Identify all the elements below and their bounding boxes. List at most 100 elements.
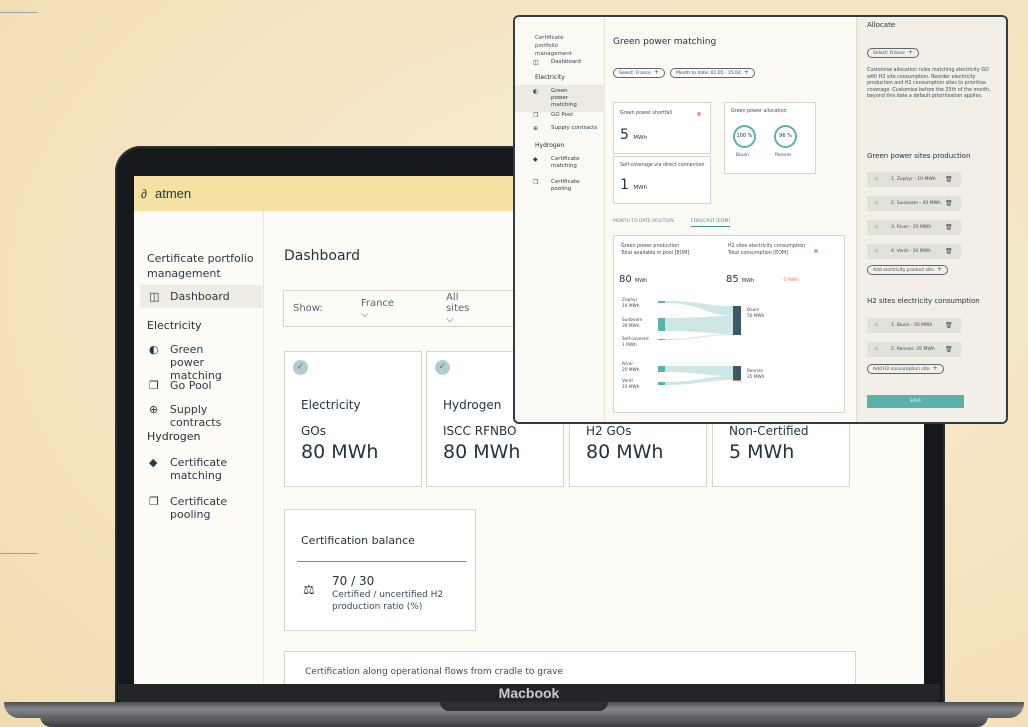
plus-icon: + [907, 49, 913, 56]
value-unit: MWh [633, 135, 648, 141]
allocation-card: Green power allocation 100 % 96 % Bouin … [724, 102, 816, 174]
check-shield-icon: ✓ [435, 360, 450, 375]
tab-month-to-date[interactable]: MONTH TO DATE POSITION [613, 219, 674, 224]
period-filter-pill[interactable]: Month to date: 01.05 - 15.04 + [670, 68, 755, 78]
sankey-card: Green power production Total available in… [613, 235, 845, 413]
filter-bar: Show: France ⌵ All sites ⌵ Mo01 [283, 290, 552, 327]
save-button[interactable]: SAVE [867, 395, 964, 408]
source-name: Venti [622, 379, 633, 384]
add-consumption-site-button[interactable]: Add H2 consumption site + [867, 364, 944, 374]
trash-icon[interactable]: 🗑 [945, 318, 953, 333]
pool-icon: ❐ [149, 495, 159, 508]
sidebar-item-label: Supply contracts [169, 403, 222, 429]
sidebar-item-green-power-matching[interactable]: ◐ Green power matching [140, 343, 262, 382]
pill-label: Month to date: 01.05 - 15.04 [676, 71, 741, 76]
gauge-label: Bouin [736, 153, 749, 158]
card-value: 1 MWh [620, 177, 647, 193]
sidebar-item-label: Certificate matching [170, 456, 228, 482]
trash-icon[interactable]: 🗑 [945, 172, 953, 187]
sidebar-item-supply-contracts[interactable]: ⊕ Supply contracts [140, 403, 262, 429]
allocation-gauge-rennes: 96 % [774, 125, 797, 148]
laptop-notch [440, 702, 608, 711]
country-select-value: France [360, 297, 395, 309]
add-production-site-button[interactable]: Add electricity product site + [867, 265, 948, 275]
drag-handle-icon[interactable]: ⁙ [874, 342, 879, 357]
sankey-node-bouin [733, 306, 741, 335]
sankey-source-sunbeam: Sunbeam 39 MWh [622, 318, 642, 329]
card-category: Hydrogen [443, 398, 502, 412]
alert-dot [697, 112, 701, 116]
production-item[interactable]: ⁙ 2. Sunbeam - 40 MWh 🗑 [867, 196, 961, 211]
source-value: 20 MWh [622, 367, 640, 373]
production-item[interactable]: ⁙ 1. Zephyr - 10 MWh 🗑 [867, 172, 961, 187]
sites-select[interactable]: All sites ⌵ [446, 292, 507, 325]
sidebar-item-dashboard[interactable]: ◫ Dashboard [515, 59, 605, 66]
drag-handle-icon[interactable]: ⁙ [874, 244, 879, 259]
trash-icon[interactable]: 🗑 [945, 196, 953, 211]
shield-icon: ◆ [533, 156, 538, 163]
pill-label: Add H2 consumption site [873, 367, 930, 372]
value-unit: MWh [633, 185, 648, 191]
sidebar-item-certificate-matching[interactable]: ◆ Certificate matching [140, 456, 262, 482]
sidebar-item-certificate-pooling[interactable]: ❐ Certificate pooling [515, 179, 605, 193]
pill-label: Select: France [873, 51, 905, 56]
card-value: 80 MWh [443, 441, 521, 463]
sidebar-title-text: Certificate portfolio management [535, 35, 572, 57]
chevron-down-icon: ⌵ [446, 314, 454, 325]
trash-icon[interactable]: 🗑 [945, 220, 953, 235]
plus-icon: + [743, 69, 749, 76]
dashboard-icon: ◫ [149, 290, 160, 303]
contracts-icon: ⊕ [533, 125, 539, 132]
production-item[interactable]: ⁙ 4. Venti - 10 MWh 🗑 [867, 244, 961, 259]
pool-icon: ❐ [149, 379, 159, 392]
sidebar-item-dashboard[interactable]: ◫ Dashboard [140, 285, 262, 308]
source-value: 10 MWh [622, 384, 640, 390]
target-value: 35 MWh [747, 374, 765, 380]
sidebar-title: Certificate portfolio management [535, 34, 585, 58]
source-name: River [622, 362, 634, 367]
sankey-target-bouin: Bouin 50 MWh [747, 308, 765, 319]
app-logo[interactable]: ∂ atmen [141, 186, 191, 201]
sidebar-item-supply-contracts[interactable]: ⊕ Supply contracts [515, 125, 605, 132]
country-filter-pill[interactable]: Select: France + [613, 68, 665, 78]
balance-description: Certified / uncertified H2 production ra… [332, 590, 444, 612]
trash-icon[interactable]: 🗑 [945, 342, 953, 357]
item-label: 1. Bouin - 50 MWh [891, 323, 933, 328]
drag-handle-icon[interactable]: ⁙ [874, 318, 879, 333]
sidebar-item-label: GO Pool [551, 112, 573, 118]
sankey-node-venti [658, 382, 665, 385]
consumption-item[interactable]: ⁙ 1. Bouin - 50 MWh 🗑 [867, 318, 961, 333]
allocate-country-pill[interactable]: Select: France + [867, 48, 919, 58]
source-value: 10 MWh [622, 303, 640, 309]
plus-icon: + [932, 365, 938, 372]
sidebar-item-certificate-matching[interactable]: ◆ Certificate matching [515, 156, 605, 170]
sidebar-item-green-power-matching[interactable]: ◐ Green power matching [515, 85, 605, 112]
item-label: 4. Venti - 10 MWh [891, 249, 931, 254]
allocation-gauge-bouin: 100 % [733, 125, 756, 148]
sidebar-item-certificate-pooling[interactable]: ❐ Certificate pooling [140, 495, 262, 521]
sankey-diagram [658, 301, 741, 385]
consumption-item[interactable]: ⁙ 2. Rennes- 35 MWh 🗑 [867, 342, 961, 357]
item-label: 1. Zephyr - 10 MWh [891, 177, 936, 182]
drag-handle-icon[interactable]: ⁙ [874, 172, 879, 187]
consumption-heading: H2 sites electricity consumption [867, 297, 980, 305]
sidebar-item-label: Green power matching [551, 88, 577, 108]
sidebar-item-go-pool[interactable]: ❐ Go Pool [140, 379, 262, 392]
country-select[interactable]: France ⌵ [361, 298, 432, 320]
sidebar-heading-hydrogen: Hydrogen [535, 142, 565, 149]
sidebar-item-label: Go Pool [170, 379, 212, 392]
matching-icon: ◐ [533, 88, 539, 95]
trash-icon[interactable]: 🗑 [945, 244, 953, 259]
drag-handle-icon[interactable]: ⁙ [874, 196, 879, 211]
sidebar-item-go-pool[interactable]: ❐ GO Pool [515, 112, 605, 119]
decor-line [0, 553, 38, 554]
item-label: 2. Sunbeam - 40 MWh [891, 201, 941, 206]
filter-show-label: Show: [293, 303, 323, 314]
drag-handle-icon[interactable]: ⁙ [874, 220, 879, 235]
logo-text: atmen [155, 186, 192, 201]
dashboard-icon: ◫ [533, 59, 539, 66]
tab-forecast[interactable]: FORECAST [EOM] [691, 219, 731, 227]
sidebar-item-label: Certificate matching [551, 156, 580, 169]
production-item[interactable]: ⁙ 3. River - 20 MWh 🗑 [867, 220, 961, 235]
stat-card-electricity[interactable]: ✓ Electricity GOs 80 MWh [284, 351, 422, 487]
